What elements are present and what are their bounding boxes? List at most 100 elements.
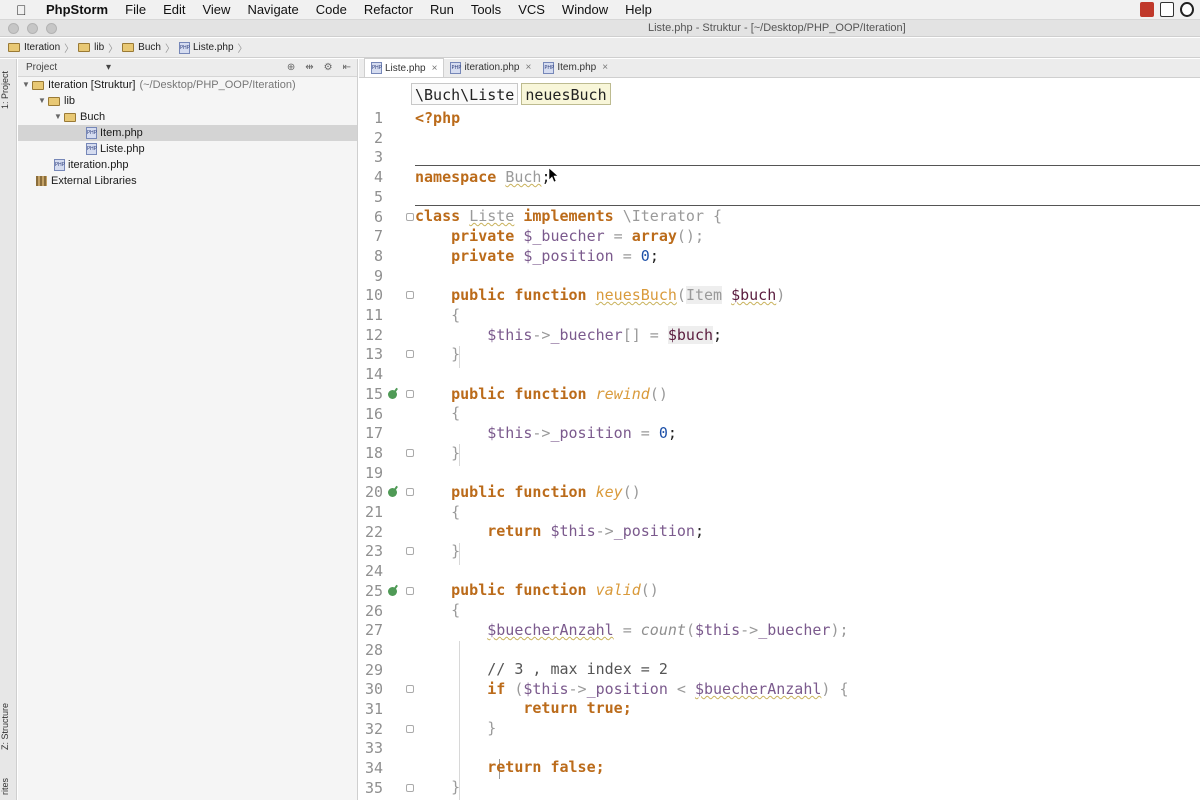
collapse-all-icon[interactable]: ⇹: [305, 62, 313, 73]
tree-item-buch[interactable]: ▼ Buch: [18, 109, 357, 125]
menu-window[interactable]: Window: [562, 0, 608, 20]
menu-code[interactable]: Code: [316, 0, 347, 20]
line-number[interactable]: 29: [359, 660, 383, 680]
close-icon[interactable]: ×: [602, 62, 608, 73]
menu-phpstorm[interactable]: PhpStorm: [46, 0, 108, 20]
line-number[interactable]: 9: [359, 266, 383, 286]
fold-marker-icon[interactable]: [406, 725, 414, 733]
tree-item-iteration-php[interactable]: PHP iteration.php: [18, 157, 357, 173]
menu-run[interactable]: Run: [430, 0, 454, 20]
project-tool-tab[interactable]: 1: Project: [0, 65, 17, 115]
fold-marker-icon[interactable]: [406, 213, 414, 221]
minimize-window-button[interactable]: [27, 23, 38, 34]
zoom-window-button[interactable]: [46, 23, 57, 34]
line-number[interactable]: 22: [359, 522, 383, 542]
line-number[interactable]: 18: [359, 443, 383, 463]
project-view-dropdown[interactable]: Project ▾: [26, 62, 111, 73]
line-number[interactable]: 25: [359, 581, 383, 601]
code-breadcrumb-method[interactable]: neuesBuch: [521, 83, 611, 105]
line-number[interactable]: 31: [359, 699, 383, 719]
tree-item-liste-php[interactable]: PHP Liste.php: [18, 141, 357, 157]
tree-item-root[interactable]: ▼ Iteration [Struktur] (~/Desktop/PHP_OO…: [18, 77, 357, 93]
line-number[interactable]: 10: [359, 285, 383, 305]
menu-vcs[interactable]: VCS: [518, 0, 545, 20]
code-breadcrumb-class[interactable]: \Buch\Liste: [411, 83, 519, 105]
implements-method-icon[interactable]: [388, 390, 397, 399]
fold-marker-icon[interactable]: [406, 449, 414, 457]
line-number[interactable]: 35: [359, 778, 383, 798]
apple-menu-icon[interactable]: : [16, 2, 32, 18]
structure-tool-tab[interactable]: Z: Structure: [0, 691, 17, 761]
line-number[interactable]: 30: [359, 679, 383, 699]
tree-item-item-php[interactable]: PHP Item.php: [18, 125, 357, 141]
fold-marker-icon[interactable]: [406, 685, 414, 693]
expand-arrow-icon[interactable]: ▼: [52, 109, 64, 125]
fold-marker-icon[interactable]: [406, 291, 414, 299]
menu-view[interactable]: View: [202, 0, 230, 20]
info-icon[interactable]: [1180, 2, 1194, 17]
line-number[interactable]: 19: [359, 463, 383, 483]
expand-arrow-icon[interactable]: ▼: [36, 93, 48, 109]
breadcrumb-item-iteration[interactable]: Iteration 〉: [8, 40, 78, 55]
save-disk-icon[interactable]: [1160, 2, 1174, 17]
line-number[interactable]: 24: [359, 561, 383, 581]
close-icon[interactable]: ×: [432, 63, 438, 74]
tree-item-lib[interactable]: ▼ lib: [18, 93, 357, 109]
fold-marker-icon[interactable]: [406, 547, 414, 555]
line-number[interactable]: 3: [359, 147, 383, 167]
line-number[interactable]: 8: [359, 246, 383, 266]
line-number[interactable]: 5: [359, 187, 383, 207]
line-number[interactable]: 20: [359, 482, 383, 502]
fold-marker-icon[interactable]: [406, 587, 414, 595]
line-number-gutter[interactable]: 1 2 3 4 5 6 7 8 9 10 11 12 13 14 15 16 17 18 19 20 21 22 23 24 2…: [359, 108, 415, 800]
gear-icon[interactable]: ⚙: [324, 62, 333, 73]
line-number[interactable]: 17: [359, 423, 383, 443]
hide-panel-icon[interactable]: ⇤: [343, 62, 351, 73]
fold-marker-icon[interactable]: [406, 488, 414, 496]
menu-tools[interactable]: Tools: [471, 0, 501, 20]
locate-file-icon[interactable]: ⊕: [287, 62, 295, 73]
line-number[interactable]: 34: [359, 758, 383, 778]
line-number[interactable]: 33: [359, 738, 383, 758]
line-number[interactable]: 15: [359, 384, 383, 404]
menu-help[interactable]: Help: [625, 0, 652, 20]
line-number[interactable]: 27: [359, 620, 383, 640]
fold-marker-icon[interactable]: [406, 390, 414, 398]
line-number[interactable]: 1: [359, 108, 383, 128]
line-number[interactable]: 2: [359, 128, 383, 148]
fold-marker-icon[interactable]: [406, 350, 414, 358]
breadcrumb-item-liste[interactable]: PHP Liste.php 〉: [178, 40, 252, 55]
tree-item-external-libraries[interactable]: External Libraries: [18, 173, 357, 189]
line-number[interactable]: 32: [359, 719, 383, 739]
breadcrumb-item-buch[interactable]: Buch 〉: [122, 40, 179, 55]
line-number[interactable]: 12: [359, 325, 383, 345]
line-number[interactable]: 7: [359, 226, 383, 246]
breadcrumb-item-lib[interactable]: lib 〉: [78, 40, 122, 55]
implements-method-icon[interactable]: [388, 587, 397, 596]
line-number[interactable]: 14: [359, 364, 383, 384]
close-window-button[interactable]: [8, 23, 19, 34]
line-number[interactable]: 23: [359, 541, 383, 561]
line-number[interactable]: 13: [359, 344, 383, 364]
line-number[interactable]: 11: [359, 305, 383, 325]
close-icon[interactable]: ×: [525, 62, 531, 73]
code-area[interactable]: <?php namespace Buch; class Liste implem…: [415, 108, 1200, 800]
line-number[interactable]: 28: [359, 640, 383, 660]
menu-navigate[interactable]: Navigate: [247, 0, 298, 20]
line-number[interactable]: 16: [359, 404, 383, 424]
tab-iteration-php[interactable]: PHP iteration.php ×: [444, 58, 537, 77]
favorites-tool-tab[interactable]: rites: [0, 771, 17, 800]
record-icon[interactable]: [1140, 2, 1154, 17]
menu-file[interactable]: File: [125, 0, 146, 20]
line-number[interactable]: 26: [359, 601, 383, 621]
tab-liste-php[interactable]: PHP Liste.php ×: [364, 58, 445, 77]
menu-refactor[interactable]: Refactor: [364, 0, 413, 20]
fold-marker-icon[interactable]: [406, 784, 414, 792]
tab-item-php[interactable]: PHP Item.php ×: [537, 58, 614, 77]
line-number[interactable]: 21: [359, 502, 383, 522]
expand-arrow-icon[interactable]: ▼: [20, 77, 32, 93]
line-number[interactable]: 4: [359, 167, 383, 187]
menu-edit[interactable]: Edit: [163, 0, 185, 20]
line-number[interactable]: 6: [359, 207, 383, 227]
implements-method-icon[interactable]: [388, 488, 397, 497]
